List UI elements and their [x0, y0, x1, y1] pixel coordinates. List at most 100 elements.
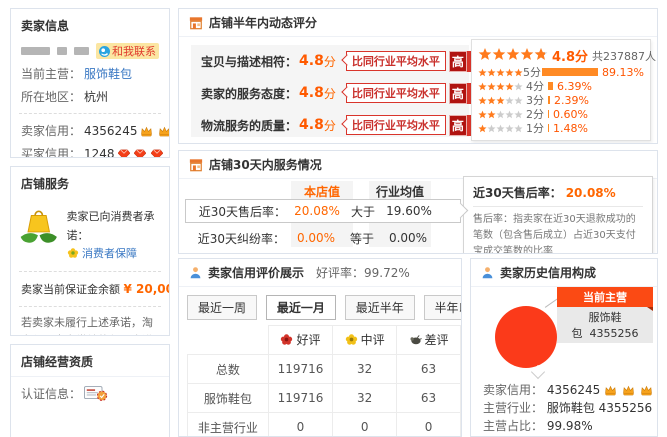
wangwang-icon: [99, 46, 110, 57]
shop-service-title: 店铺服务: [11, 167, 169, 198]
consumer-promise-block: 卖家已向消费者承诺： 消费者保障: [11, 198, 169, 266]
total-good-count[interactable]: 119716: [268, 355, 332, 384]
credit-history-rows: 卖家信用： 4356245 主营行业： 服饰鞋包 4355256 主营占比： 9…: [483, 381, 654, 435]
rating-breakdown-row: 4分6.39%: [478, 79, 644, 93]
consumer-guarantee-link[interactable]: 消费者保障: [82, 247, 137, 260]
person-icon: [481, 266, 494, 279]
row-percent: 2.39%: [554, 94, 589, 107]
promise-label: 卖家已向消费者承诺：: [67, 208, 161, 245]
good-review-icon: [280, 333, 293, 346]
rating-breakdown-row: 2分0.60%: [478, 107, 644, 121]
certificate-icon[interactable]: [84, 385, 108, 402]
reviews-title: 卖家信用评价展示: [208, 264, 304, 281]
deposit-amount: ¥ 20,000.00: [124, 282, 171, 296]
reviews-row-non-main: 非主营行业 0 0 0: [188, 413, 461, 437]
crown-icon: [158, 126, 170, 137]
shop-service-panel: 店铺服务 卖家已向消费者承诺： 消费者保障 卖家当前保证金余额 ¥ 20,000…: [10, 166, 170, 336]
row-percent: 1.48%: [553, 122, 588, 135]
tooltip-title: 近30天售后率：20.08%: [473, 184, 643, 207]
contact-me-badge[interactable]: 和我联系: [96, 43, 159, 59]
dsr-rows-panel: 宝贝与描述相符： 4.8分 比同行业平均水平 高14.34% 卖家的服务态度： …: [191, 45, 469, 137]
guarantee-row: 消费者保障: [67, 245, 161, 264]
row-bar: [548, 110, 549, 118]
row-bar: [542, 68, 598, 76]
diamond-icon: [118, 149, 130, 159]
seller-info-title: 卖家信息: [11, 9, 169, 40]
total-bad-count[interactable]: 63: [397, 355, 461, 384]
review-period-tabs: 最近一周 最近一月 最近半年 半年以前: [187, 295, 462, 320]
callout-title: 当前主营: [557, 287, 653, 307]
service-30day-box: 店铺30天内服务情况 本店值 行业均值 近30天售后率： 20.08% 大于 1…: [178, 150, 658, 254]
shop-icon: [189, 16, 203, 30]
main-category-row: 当前主营： 服饰鞋包: [11, 62, 169, 85]
industry-compare-tag: 比同行业平均水平: [346, 51, 446, 71]
callout-body: 服饰鞋包 4355256: [557, 307, 653, 343]
after-sale-rate-tooltip: 近30天售后率：20.08% 售后率：指卖家在近30天退款成功的笔数（包含售后成…: [463, 176, 653, 254]
reviews-row-main-category: 服饰鞋包 119716 32 63: [188, 384, 461, 413]
region-row: 所在地区： 杭州: [11, 85, 169, 108]
shop-value-colhead: 本店值: [291, 183, 353, 200]
seller-credit-row: 卖家信用： 4356245: [11, 119, 169, 142]
rating-breakdown: 5分89.13%4分6.39%3分2.39%2分0.60%1分 1.48%: [478, 65, 644, 135]
crown-icon: [140, 126, 153, 137]
crown-icons: [604, 383, 654, 397]
diamond-icon: [134, 149, 146, 159]
row-percent: 89.13%: [602, 66, 644, 79]
dsr-title: 店铺半年内动态评分: [209, 14, 317, 31]
shop-icon: [189, 158, 203, 172]
compensation-note: 若卖家未履行上述承诺，淘宝使用卖家缴纳的保证金进行先行赔付。了解赔付流程: [11, 312, 169, 336]
tab-last-month[interactable]: 最近一月: [266, 295, 336, 320]
crown-icon: [640, 385, 653, 396]
reviews-row-total: 总数 119716 32 63: [188, 355, 461, 384]
guarantee-flower-icon: [67, 247, 79, 259]
credit-history-box: 卖家历史信用构成 当前主营 服饰鞋包 4355256 卖家信用： 4356245: [470, 258, 658, 437]
person-icon: [189, 266, 202, 279]
dispute-rate-row: 近30天纠纷率： 0.00% 等于 0.00%: [185, 227, 459, 249]
divider: [19, 271, 161, 272]
dsr-panel-box: 店铺半年内动态评分 宝贝与描述相符： 4.8分 比同行业平均水平 高14.34%…: [178, 8, 658, 144]
rating-breakdown-row: 3分2.39%: [478, 93, 644, 107]
after-sale-rate-row: 近30天售后率： 20.08% 大于 19.60%: [185, 199, 461, 223]
bad-review-icon: [409, 333, 422, 346]
cert-info-row: 认证信息：: [11, 377, 169, 405]
industry-compare-tag: 比同行业平均水平: [346, 115, 446, 135]
neutral-review-icon: [345, 333, 358, 346]
total-neutral-count[interactable]: 32: [333, 355, 397, 384]
divider: [19, 113, 161, 114]
rating-summary-top: 4.8分 共237887人: [478, 46, 644, 65]
crown-icons: [140, 124, 170, 138]
row-percent: 0.60%: [553, 108, 588, 121]
history-ratio-row: 主营占比： 99.98%: [483, 417, 654, 435]
rating-breakdown-row: 5分89.13%: [478, 65, 644, 79]
overall-stars: [478, 47, 548, 64]
diamond-icon: [151, 149, 163, 159]
service-30day-title: 店铺30天内服务情况: [209, 156, 322, 173]
reviews-table-header: 好评 中评 差评: [188, 326, 461, 355]
industry-value-colhead: 行业均值: [369, 183, 431, 200]
row-stars: [478, 124, 526, 133]
row-stars: [478, 68, 523, 77]
main-category-link[interactable]: 服饰鞋包: [84, 65, 132, 82]
deposit-row: 卖家当前保证金余额 ¥ 20,000.00 元: [11, 277, 169, 301]
row-bar: [548, 82, 553, 90]
diamond-icons: [118, 147, 165, 159]
crown-icon: [622, 385, 635, 396]
qualification-title: 店铺经营资质: [11, 345, 169, 377]
tab-before-half-year[interactable]: 半年以前: [424, 295, 462, 320]
row-stars: [478, 110, 526, 119]
seller-profile-page: 卖家信息 和我联系 当前主营： 服饰鞋包 所在地区： 杭州 卖家信用： 4356…: [0, 0, 667, 437]
rating-breakdown-row: 1分 1.48%: [478, 121, 644, 135]
row-stars: [478, 96, 526, 105]
qualification-panel: 店铺经营资质 认证信息：: [10, 344, 170, 437]
tab-last-half-year[interactable]: 最近半年: [345, 295, 415, 320]
buyer-credit-row: 买家信用： 1248: [11, 142, 169, 158]
tooltip-description: 售后率：指卖家在近30天退款成功的笔数（包含售后成立）占近30天支付宝成交笔数的…: [473, 212, 643, 254]
divider: [19, 306, 161, 307]
crown-icon: [604, 385, 617, 396]
row-label: 1分: [526, 120, 548, 136]
service-30day-header: 店铺30天内服务情况: [179, 151, 657, 179]
tab-last-week[interactable]: 最近一周: [187, 295, 257, 320]
rating-summary-card: 4.8分 共237887人 5分89.13%4分6.39%3分2.39%2分0.…: [471, 39, 651, 141]
positive-rate-label: 好评率：99.72%: [316, 264, 410, 281]
industry-compare-tag: 比同行业平均水平: [346, 83, 446, 103]
